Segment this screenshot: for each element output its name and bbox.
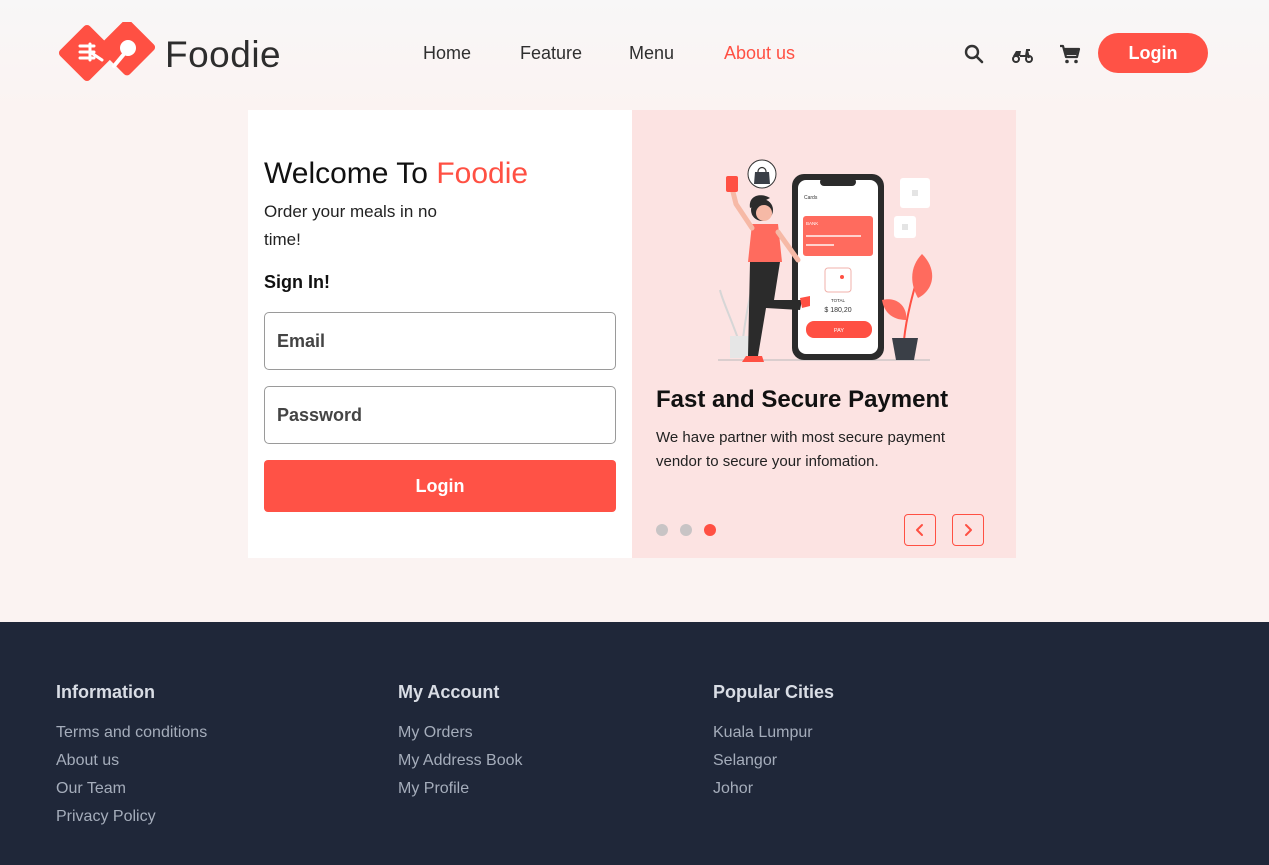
phone-card-label: BANK xyxy=(806,221,818,226)
phone-total-value: $ 180,20 xyxy=(824,307,851,314)
feature-carousel: Cards BANK TOTAL $ 180,20 PAY Fast and S… xyxy=(632,110,1016,558)
footer-link-terms[interactable]: Terms and conditions xyxy=(56,719,207,747)
email-field[interactable] xyxy=(264,312,616,370)
welcome-prefix: Welcome To xyxy=(264,157,428,190)
footer-link-selangor[interactable]: Selangor xyxy=(713,747,834,775)
carousel-dot-1[interactable] xyxy=(656,524,668,536)
chevron-left-icon xyxy=(916,524,923,536)
footer-link-my-profile[interactable]: My Profile xyxy=(398,775,523,803)
footer-link-our-team[interactable]: Our Team xyxy=(56,775,207,803)
phone-screen-header: Cards xyxy=(804,195,818,201)
logo[interactable]: Foodie xyxy=(56,22,281,84)
slide-title: Fast and Secure Payment xyxy=(656,386,949,413)
logo-text: Foodie xyxy=(165,34,282,75)
footer-column-popular-cities: Popular Cities Kuala Lumpur Selangor Joh… xyxy=(713,682,834,803)
footer-link-kuala-lumpur[interactable]: Kuala Lumpur xyxy=(713,719,834,747)
phone-pay-label: PAY xyxy=(834,328,845,334)
header-login-button[interactable]: Login xyxy=(1098,33,1208,73)
slide-description: We have partner with most secure payment… xyxy=(656,429,946,470)
login-submit-button[interactable]: Login xyxy=(264,460,616,512)
welcome-brand: Foodie xyxy=(436,157,529,190)
site-footer: Information Terms and conditions About u… xyxy=(0,622,1269,865)
delivery-scooter-icon[interactable] xyxy=(1010,42,1034,66)
footer-column-title: Information xyxy=(56,682,155,702)
welcome-subtitle: Order your meals in no time! xyxy=(264,202,437,249)
nav-home[interactable]: Home xyxy=(423,43,471,64)
footer-link-about-us[interactable]: About us xyxy=(56,747,207,775)
search-icon[interactable] xyxy=(962,42,986,66)
footer-column-information: Information Terms and conditions About u… xyxy=(56,682,207,831)
footer-column-title: My Account xyxy=(398,682,500,702)
phone-total-label: TOTAL xyxy=(831,298,846,303)
chevron-right-icon xyxy=(965,524,972,536)
login-panel: Welcome To Foodie Order your meals in no… xyxy=(248,110,632,558)
sign-in-label: Sign In! xyxy=(264,272,330,292)
welcome-heading: Welcome To Foodie xyxy=(264,157,528,191)
carousel-next-button[interactable] xyxy=(952,514,984,546)
footer-column-my-account: My Account My Orders My Address Book My … xyxy=(398,682,523,803)
footer-column-title: Popular Cities xyxy=(713,682,835,702)
carousel-prev-button[interactable] xyxy=(904,514,936,546)
fork-spoon-logo-icon xyxy=(58,22,156,82)
nav-feature[interactable]: Feature xyxy=(520,43,582,64)
footer-link-privacy[interactable]: Privacy Policy xyxy=(56,803,207,831)
payment-illustration: Cards BANK TOTAL $ 180,20 PAY xyxy=(718,159,933,362)
footer-link-johor[interactable]: Johor xyxy=(713,775,834,803)
nav-about-us[interactable]: About us xyxy=(724,43,795,64)
carousel-dot-3[interactable] xyxy=(704,524,716,536)
password-field[interactable] xyxy=(264,386,616,444)
nav-menu[interactable]: Menu xyxy=(629,43,674,64)
cart-icon[interactable] xyxy=(1058,42,1082,66)
carousel-dot-2[interactable] xyxy=(680,524,692,536)
footer-link-address-book[interactable]: My Address Book xyxy=(398,747,523,775)
site-header: Foodie Home Feature Menu About us Login xyxy=(0,0,1269,110)
footer-link-my-orders[interactable]: My Orders xyxy=(398,719,523,747)
